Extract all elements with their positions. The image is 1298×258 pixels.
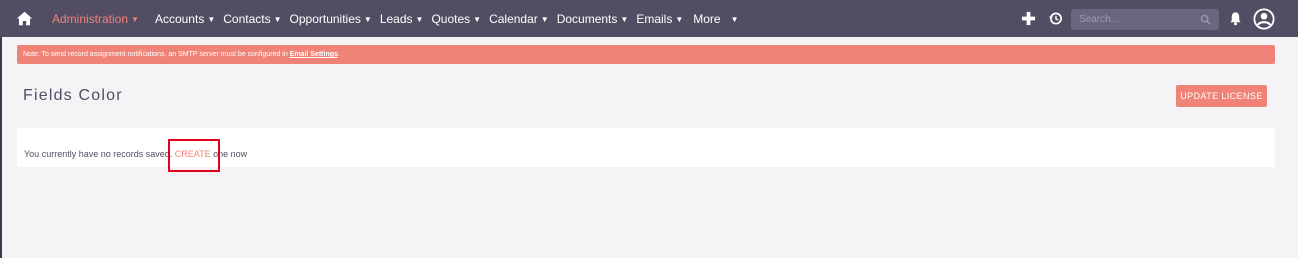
window-edge — [0, 0, 2, 258]
caret-down-icon: ▼ — [620, 15, 629, 24]
nav-item-label: Calendar — [489, 11, 538, 26]
nav-item-accounts[interactable]: Accounts ▼ — [155, 12, 215, 26]
smtp-notice-banner: Note: To send record assignment notifica… — [17, 45, 1275, 64]
caret-down-icon: ▼ — [473, 15, 482, 24]
notice-text: Note: To send record assignment notifica… — [23, 51, 290, 58]
nav-item-label: More — [693, 11, 721, 26]
nav-item-label: Opportunities — [289, 11, 361, 26]
nav-item-administration[interactable]: Administration ▼ — [44, 12, 139, 26]
main-nav: Administration ▼ Accounts ▼ Contacts ▼ Oppo… — [44, 0, 747, 37]
caret-down-icon: ▼ — [131, 15, 139, 24]
user-avatar-icon[interactable] — [1253, 8, 1275, 30]
plus-icon[interactable] — [1021, 11, 1036, 26]
caret-down-icon: ▼ — [540, 15, 549, 24]
history-icon[interactable] — [1048, 11, 1063, 26]
caret-down-icon: ▼ — [273, 15, 282, 24]
highlight-box — [168, 139, 220, 172]
top-navbar: Administration ▼ Accounts ▼ Contacts ▼ Oppo… — [0, 0, 1298, 37]
nav-item-documents[interactable]: Documents ▼ — [557, 12, 629, 26]
nav-item-more[interactable]: More ▼ — [693, 12, 738, 26]
nav-item-label: Administration — [52, 11, 129, 26]
notice-suffix: . — [337, 51, 340, 58]
search-icon[interactable] — [1200, 14, 1211, 25]
caret-down-icon: ▼ — [675, 15, 684, 24]
global-search — [1071, 9, 1219, 30]
nav-item-label: Emails — [636, 11, 673, 26]
update-license-button[interactable]: UPDATE LICENSE — [1176, 85, 1267, 107]
caret-down-icon: ▼ — [415, 15, 424, 24]
nav-item-opportunities[interactable]: Opportunities ▼ — [290, 12, 372, 26]
nav-item-label: Leads — [379, 11, 413, 26]
bell-icon[interactable] — [1228, 11, 1243, 26]
nav-item-contacts[interactable]: Contacts ▼ — [223, 12, 281, 26]
nav-item-label: Accounts — [154, 11, 205, 26]
nav-item-leads[interactable]: Leads ▼ — [380, 12, 424, 26]
empty-state-prefix: You currently have no records saved. — [24, 149, 175, 159]
home-icon[interactable] — [16, 10, 33, 27]
caret-down-icon: ▼ — [207, 15, 216, 24]
page-title: Fields Color — [23, 87, 123, 104]
nav-item-emails[interactable]: Emails ▼ — [636, 12, 683, 26]
nav-item-label: Contacts — [223, 11, 271, 26]
nav-item-quotes[interactable]: Quotes ▼ — [431, 12, 481, 26]
nav-item-label: Documents — [556, 11, 618, 26]
nav-item-calendar[interactable]: Calendar ▼ — [489, 12, 549, 26]
nav-item-label: Quotes — [431, 11, 471, 26]
caret-down-icon: ▼ — [363, 15, 372, 24]
search-input[interactable] — [1071, 9, 1199, 30]
email-settings-link[interactable]: Email Settings — [290, 51, 338, 58]
caret-down-icon: ▼ — [730, 15, 739, 24]
